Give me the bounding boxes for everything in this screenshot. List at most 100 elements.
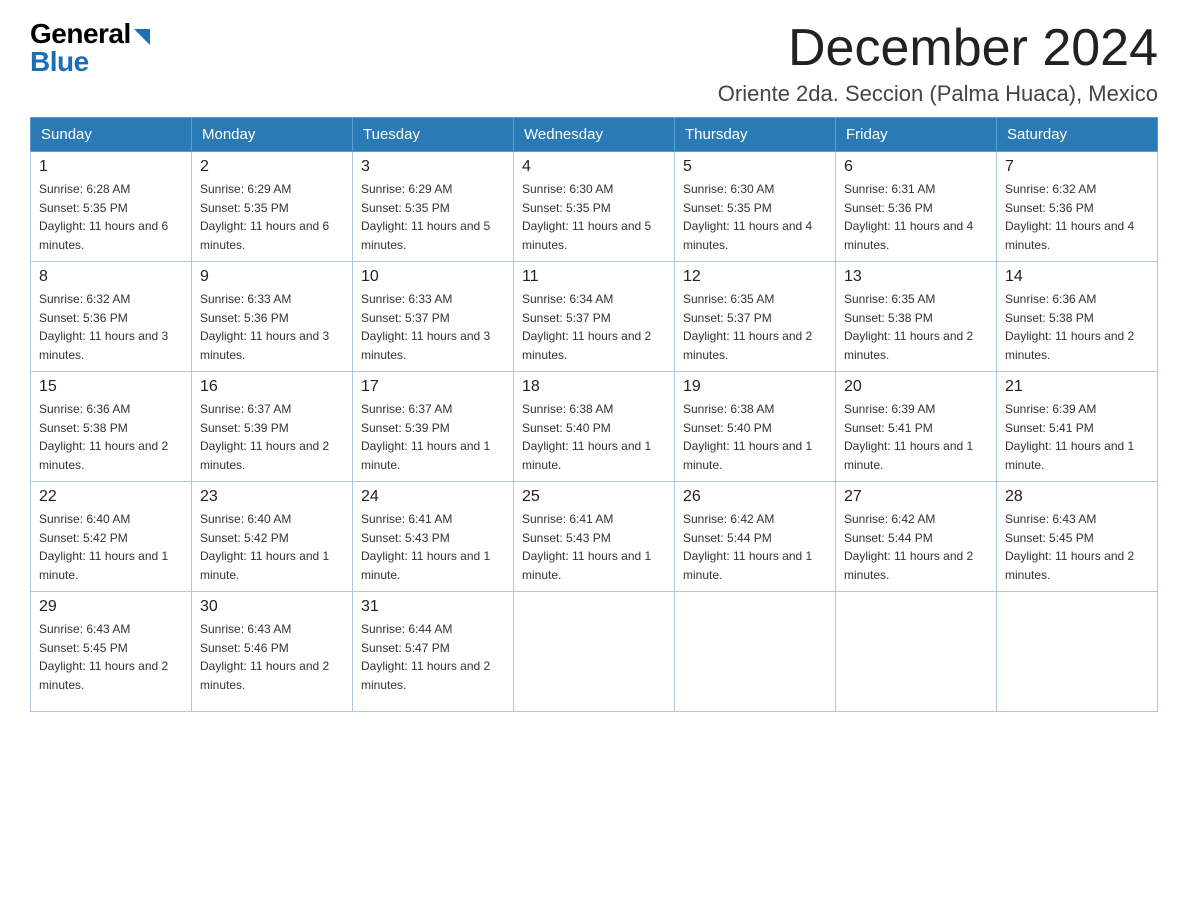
day-info: Sunrise: 6:36 AMSunset: 5:38 PMDaylight:… xyxy=(1005,290,1149,364)
weekday-wednesday: Wednesday xyxy=(514,118,675,152)
day-number: 22 xyxy=(39,488,183,506)
calendar-cell: 25Sunrise: 6:41 AMSunset: 5:43 PMDayligh… xyxy=(514,482,675,592)
calendar-cell: 28Sunrise: 6:43 AMSunset: 5:45 PMDayligh… xyxy=(997,482,1158,592)
day-number: 23 xyxy=(200,488,344,506)
day-number: 21 xyxy=(1005,378,1149,396)
day-number: 14 xyxy=(1005,268,1149,286)
calendar-cell: 26 Sunrise: 6:42 AMSunset: 5:44 PMDayligh… xyxy=(675,482,836,592)
calendar-cell: 22 Sunrise: 6:40 AMSunset: 5:42 PMDayligh… xyxy=(31,482,192,592)
calendar-cell: 13 Sunrise: 6:35 AMSunset: 5:38 PMDayligh… xyxy=(836,262,997,372)
day-info: Sunrise: 6:36 AMSunset: 5:38 PMDaylight:… xyxy=(39,400,183,474)
day-number: 1 xyxy=(39,158,183,176)
day-info: Sunrise: 6:28 AMSunset: 5:35 PMDaylight:… xyxy=(39,180,183,254)
calendar-cell: 30 Sunrise: 6:43 AMSunset: 5:46 PMDayligh… xyxy=(192,592,353,712)
weekday-saturday: Saturday xyxy=(997,118,1158,152)
calendar-cell: 19 Sunrise: 6:38 AMSunset: 5:40 PMDayligh… xyxy=(675,372,836,482)
calendar-cell xyxy=(836,592,997,712)
logo-general-text: General xyxy=(30,20,131,48)
day-info: Sunrise: 6:42 AMSunset: 5:44 PMDaylight:… xyxy=(844,510,988,584)
day-number: 31 xyxy=(361,598,505,616)
day-info: Sunrise: 6:35 AMSunset: 5:37 PMDaylight:… xyxy=(683,290,827,364)
day-info: Sunrise: 6:29 AMSunset: 5:35 PMDaylight:… xyxy=(361,180,505,254)
weekday-sunday: Sunday xyxy=(31,118,192,152)
calendar-cell: 18Sunrise: 6:38 AMSunset: 5:40 PMDayligh… xyxy=(514,372,675,482)
day-info: Sunrise: 6:29 AMSunset: 5:35 PMDaylight:… xyxy=(200,180,344,254)
calendar-week-5: 29 Sunrise: 6:43 AMSunset: 5:45 PMDayligh… xyxy=(31,592,1158,712)
calendar-cell: 3Sunrise: 6:29 AMSunset: 5:35 PMDaylight… xyxy=(353,152,514,262)
day-info: Sunrise: 6:42 AMSunset: 5:44 PMDaylight:… xyxy=(683,510,827,584)
day-info: Sunrise: 6:31 AMSunset: 5:36 PMDaylight:… xyxy=(844,180,988,254)
logo-blue-text: Blue xyxy=(30,48,89,76)
day-number: 29 xyxy=(39,598,183,616)
day-number: 12 xyxy=(683,268,827,286)
day-number: 8 xyxy=(39,268,183,286)
calendar-table: SundayMondayTuesdayWednesdayThursdayFrid… xyxy=(30,117,1158,712)
day-number: 18 xyxy=(522,378,666,396)
day-number: 27 xyxy=(844,488,988,506)
calendar-cell: 27 Sunrise: 6:42 AMSunset: 5:44 PMDayligh… xyxy=(836,482,997,592)
calendar-cell xyxy=(997,592,1158,712)
day-info: Sunrise: 6:37 AMSunset: 5:39 PMDaylight:… xyxy=(200,400,344,474)
day-info: Sunrise: 6:30 AMSunset: 5:35 PMDaylight:… xyxy=(683,180,827,254)
day-number: 16 xyxy=(200,378,344,396)
day-number: 26 xyxy=(683,488,827,506)
weekday-friday: Friday xyxy=(836,118,997,152)
calendar-week-1: 1 Sunrise: 6:28 AMSunset: 5:35 PMDaylight… xyxy=(31,152,1158,262)
day-number: 2 xyxy=(200,158,344,176)
header: General Blue December 2024 Oriente 2da. … xyxy=(30,20,1158,107)
day-number: 7 xyxy=(1005,158,1149,176)
calendar-cell: 9Sunrise: 6:33 AMSunset: 5:36 PMDaylight… xyxy=(192,262,353,372)
calendar-cell: 24Sunrise: 6:41 AMSunset: 5:43 PMDayligh… xyxy=(353,482,514,592)
day-info: Sunrise: 6:32 AMSunset: 5:36 PMDaylight:… xyxy=(1005,180,1149,254)
day-number: 5 xyxy=(683,158,827,176)
day-info: Sunrise: 6:43 AMSunset: 5:45 PMDaylight:… xyxy=(39,620,183,694)
day-info: Sunrise: 6:33 AMSunset: 5:37 PMDaylight:… xyxy=(361,290,505,364)
calendar-cell: 1 Sunrise: 6:28 AMSunset: 5:35 PMDaylight… xyxy=(31,152,192,262)
day-info: Sunrise: 6:40 AMSunset: 5:42 PMDaylight:… xyxy=(200,510,344,584)
calendar-cell: 31 Sunrise: 6:44 AMSunset: 5:47 PMDayligh… xyxy=(353,592,514,712)
calendar-week-3: 15Sunrise: 6:36 AMSunset: 5:38 PMDayligh… xyxy=(31,372,1158,482)
day-info: Sunrise: 6:35 AMSunset: 5:38 PMDaylight:… xyxy=(844,290,988,364)
calendar-cell: 5 Sunrise: 6:30 AMSunset: 5:35 PMDaylight… xyxy=(675,152,836,262)
calendar-cell: 7 Sunrise: 6:32 AMSunset: 5:36 PMDaylight… xyxy=(997,152,1158,262)
day-info: Sunrise: 6:43 AMSunset: 5:46 PMDaylight:… xyxy=(200,620,344,694)
day-number: 20 xyxy=(844,378,988,396)
day-number: 30 xyxy=(200,598,344,616)
day-info: Sunrise: 6:37 AMSunset: 5:39 PMDaylight:… xyxy=(361,400,505,474)
day-number: 13 xyxy=(844,268,988,286)
day-number: 6 xyxy=(844,158,988,176)
day-info: Sunrise: 6:32 AMSunset: 5:36 PMDaylight:… xyxy=(39,290,183,364)
day-number: 4 xyxy=(522,158,666,176)
day-number: 10 xyxy=(361,268,505,286)
location-title: Oriente 2da. Seccion (Palma Huaca), Mexi… xyxy=(718,81,1158,107)
day-number: 9 xyxy=(200,268,344,286)
calendar-cell: 17 Sunrise: 6:37 AMSunset: 5:39 PMDayligh… xyxy=(353,372,514,482)
weekday-header-row: SundayMondayTuesdayWednesdayThursdayFrid… xyxy=(31,118,1158,152)
calendar-cell: 11Sunrise: 6:34 AMSunset: 5:37 PMDayligh… xyxy=(514,262,675,372)
day-info: Sunrise: 6:38 AMSunset: 5:40 PMDaylight:… xyxy=(683,400,827,474)
day-info: Sunrise: 6:39 AMSunset: 5:41 PMDaylight:… xyxy=(1005,400,1149,474)
calendar-cell: 10 Sunrise: 6:33 AMSunset: 5:37 PMDayligh… xyxy=(353,262,514,372)
month-title: December 2024 xyxy=(718,20,1158,77)
calendar-cell xyxy=(675,592,836,712)
calendar-cell: 14 Sunrise: 6:36 AMSunset: 5:38 PMDayligh… xyxy=(997,262,1158,372)
calendar-cell: 12 Sunrise: 6:35 AMSunset: 5:37 PMDayligh… xyxy=(675,262,836,372)
day-number: 17 xyxy=(361,378,505,396)
title-area: December 2024 Oriente 2da. Seccion (Palm… xyxy=(718,20,1158,107)
weekday-monday: Monday xyxy=(192,118,353,152)
logo: General Blue xyxy=(30,20,150,76)
day-number: 28 xyxy=(1005,488,1149,506)
day-info: Sunrise: 6:40 AMSunset: 5:42 PMDaylight:… xyxy=(39,510,183,584)
calendar-cell: 21 Sunrise: 6:39 AMSunset: 5:41 PMDayligh… xyxy=(997,372,1158,482)
calendar-cell: 6 Sunrise: 6:31 AMSunset: 5:36 PMDaylight… xyxy=(836,152,997,262)
calendar-week-2: 8 Sunrise: 6:32 AMSunset: 5:36 PMDaylight… xyxy=(31,262,1158,372)
day-number: 19 xyxy=(683,378,827,396)
calendar-cell: 2 Sunrise: 6:29 AMSunset: 5:35 PMDaylight… xyxy=(192,152,353,262)
calendar-cell: 23 Sunrise: 6:40 AMSunset: 5:42 PMDayligh… xyxy=(192,482,353,592)
day-info: Sunrise: 6:39 AMSunset: 5:41 PMDaylight:… xyxy=(844,400,988,474)
day-number: 11 xyxy=(522,268,666,286)
calendar-week-4: 22 Sunrise: 6:40 AMSunset: 5:42 PMDayligh… xyxy=(31,482,1158,592)
day-info: Sunrise: 6:44 AMSunset: 5:47 PMDaylight:… xyxy=(361,620,505,694)
weekday-thursday: Thursday xyxy=(675,118,836,152)
calendar-cell: 20 Sunrise: 6:39 AMSunset: 5:41 PMDayligh… xyxy=(836,372,997,482)
